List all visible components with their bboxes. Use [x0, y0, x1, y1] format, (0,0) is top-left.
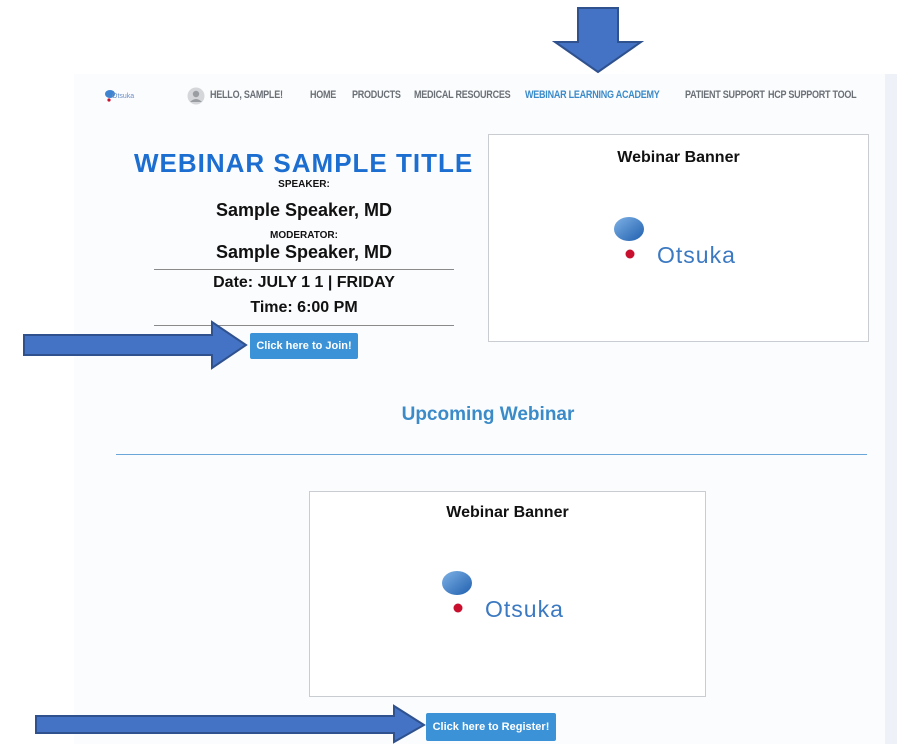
event-date: Date: JULY 1 1 | FRIDAY	[213, 274, 395, 291]
banner-logo-text: Otsuka	[485, 596, 564, 622]
scrollbar-track[interactable]	[885, 74, 897, 744]
divider	[154, 269, 454, 270]
user-greeting[interactable]: HELLO, SAMPLE!	[210, 89, 283, 101]
banner-logo-text: Otsuka	[657, 242, 736, 268]
user-avatar-icon[interactable]	[186, 87, 206, 105]
annotation-arrow-down	[552, 7, 644, 74]
moderator-name: Sample Speaker, MD	[215, 242, 393, 262]
nav-item-patient-support[interactable]: PATIENT SUPPORT	[685, 89, 765, 101]
upcoming-webinar-banner[interactable]: Webinar Banner Otsuka	[309, 491, 706, 697]
nav-item-medical-resources[interactable]: MEDICAL RESOURCES	[414, 89, 511, 101]
nav-item-hcp-support-tool[interactable]: HCP SUPPORT TOOL	[768, 89, 857, 101]
section-heading: Upcoming Webinar	[401, 404, 575, 425]
join-button[interactable]: Click here to Join!	[250, 333, 358, 359]
webinar-title: WEBINAR SAMPLE TITLE	[134, 148, 474, 178]
webinar-banner[interactable]: Webinar Banner Otsuka	[488, 134, 869, 342]
nav-item-webinar-learning-academy[interactable]: WEBINAR LEARNING ACADEMY	[525, 89, 660, 101]
section-divider	[116, 454, 867, 455]
banner-title: Webinar Banner	[446, 504, 569, 521]
top-navigation: Otsuka HELLO, SAMPLE! HOME PRODUCTS MEDI…	[100, 84, 890, 108]
speaker-name: Sample Speaker, MD	[215, 200, 393, 220]
brand-text: Otsuka	[112, 93, 135, 100]
annotation-arrow-right	[35, 704, 426, 744]
event-time: Time: 6:00 PM	[250, 299, 358, 316]
moderator-label: MODERATOR:	[270, 230, 338, 241]
register-button[interactable]: Click here to Register!	[426, 713, 556, 741]
nav-item-home[interactable]: HOME	[310, 89, 336, 101]
nav-item-products[interactable]: PRODUCTS	[352, 89, 401, 101]
annotation-arrow-right	[23, 320, 248, 370]
speaker-label: SPEAKER:	[278, 179, 330, 190]
banner-title: Webinar Banner	[617, 149, 740, 166]
